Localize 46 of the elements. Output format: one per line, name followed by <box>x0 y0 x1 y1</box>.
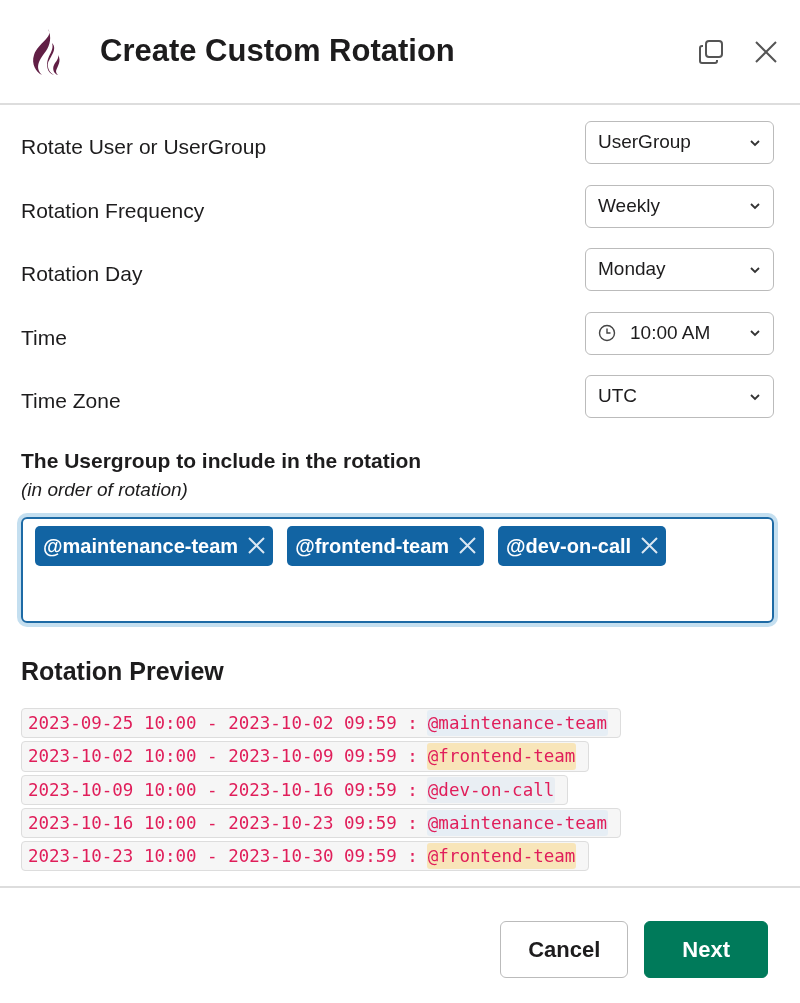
dropdown[interactable]: 10:00 AM <box>585 311 774 355</box>
preview-title: Rotation Preview <box>21 655 225 687</box>
dropdown-value: Weekly <box>598 193 661 218</box>
hint-text: (in order of rotation) <box>21 478 189 502</box>
remove-icon[interactable] <box>248 537 266 554</box>
dropdown[interactable]: Monday <box>585 248 774 291</box>
copy-icon[interactable] <box>698 38 724 65</box>
remove-icon[interactable] <box>641 537 659 554</box>
caret-icon <box>749 138 761 147</box>
date-range: 2023-10-02 10:00 - 2023-10-09 09:59 : <box>28 745 418 769</box>
date-range: 2023-10-09 10:00 - 2023-10-16 09:59 : <box>28 778 418 802</box>
date-range: 2023-09-25 10:00 - 2023-10-02 09:59 : <box>28 712 418 735</box>
close-icon[interactable] <box>754 39 778 64</box>
dropdown-value: Monday <box>598 257 667 282</box>
remove-icon[interactable] <box>459 537 477 554</box>
field-label: Rotate User or UserGroup <box>21 134 267 160</box>
section-label: The Usergroup to include in the rotation <box>21 447 423 474</box>
dropdown[interactable]: UserGroup <box>585 121 774 164</box>
caret-icon <box>749 392 761 401</box>
dropdown-value: UserGroup <box>598 130 692 155</box>
field-label: Rotation Day <box>21 261 143 287</box>
next-button[interactable]: Next <box>644 921 768 978</box>
field-label: Rotation Frequency <box>21 197 205 224</box>
dropdown-value: UTC <box>598 384 639 409</box>
mention-highlight: @maintenance-team <box>426 710 608 737</box>
dialog-title: Create Custom Rotation <box>100 32 456 71</box>
dropdown[interactable]: Weekly <box>585 184 774 228</box>
clock-icon <box>598 324 616 342</box>
usergroup-tag[interactable]: @frontend-team <box>287 525 485 566</box>
caret-icon <box>749 265 761 274</box>
cancel-button[interactable]: Cancel <box>500 921 629 978</box>
usergroup-tag[interactable]: @dev-on-call <box>498 525 667 566</box>
mention-highlight: @dev-on-call <box>426 776 556 803</box>
dropdown[interactable]: UTC <box>585 375 774 418</box>
dropdown-value: 10:00 AM <box>630 320 712 345</box>
caret-icon <box>749 202 761 210</box>
mention-highlight: @frontend-team <box>426 743 577 770</box>
flame-logo-icon <box>30 28 62 75</box>
mention-highlight: @frontend-team <box>426 843 577 870</box>
usergroup-tag[interactable]: @maintenance-team <box>35 525 274 566</box>
date-range: 2023-10-16 10:00 - 2023-10-23 09:59 : <box>28 811 418 835</box>
field-label: Time <box>21 324 67 351</box>
mention-highlight: @maintenance-team <box>426 809 608 836</box>
date-range: 2023-10-23 10:00 - 2023-10-30 09:59 : <box>28 845 418 868</box>
field-label: Time Zone <box>21 388 121 414</box>
caret-icon <box>749 329 761 337</box>
